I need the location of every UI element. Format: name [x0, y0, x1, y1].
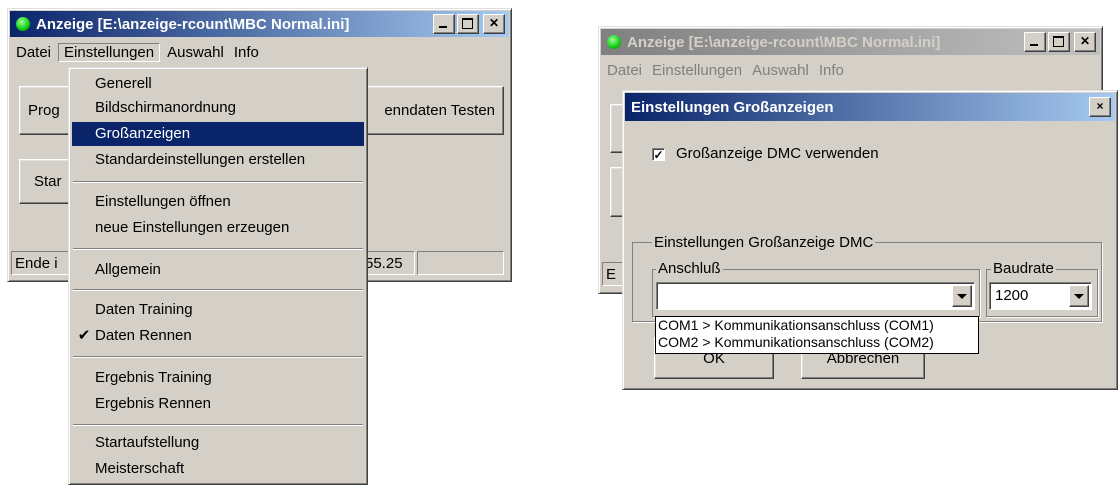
menu-item-label: Ergebnis Rennen [95, 395, 211, 412]
menu-item-daten-training[interactable]: Daten Training [72, 298, 364, 322]
anschluss-option-com1[interactable]: COM1 > Kommunikationsanschluss (COM1) [656, 317, 978, 334]
menu-separator [73, 356, 363, 358]
menu-item-grossanzeigen[interactable]: Großanzeigen [72, 122, 364, 146]
background-window-titlebar[interactable]: Anzeige [E:\anzeige-rcount\MBC Normal.in… [601, 29, 1100, 55]
close-button[interactable]: ✕ [483, 14, 505, 34]
close-icon: ✕ [488, 16, 500, 30]
app-status-icon [16, 17, 30, 31]
anschluss-group-label: Anschluß [656, 260, 723, 278]
menu-item-allgemein[interactable]: Allgemein [72, 258, 364, 282]
maximize-button[interactable] [457, 14, 479, 34]
menu-item-label: Einstellungen öffnen [95, 193, 231, 210]
menu-item-generell[interactable]: Generell [72, 72, 364, 96]
checkmark-icon: ✓ [653, 148, 664, 162]
window-title: Anzeige [E:\anzeige-rcount\MBC Normal.in… [627, 33, 941, 51]
close-button[interactable]: ✕ [1074, 32, 1096, 52]
anschluss-dropdown-arrow-icon[interactable] [952, 285, 972, 307]
baudrate-combobox-value: 1200 [995, 287, 1029, 304]
menu-item-label: Generell [95, 75, 152, 92]
menu-separator [73, 289, 363, 291]
close-icon: ✕ [1079, 34, 1091, 48]
checkmark-icon: ✔ [77, 327, 91, 344]
menu-item-meisterschaft[interactable]: Meisterschaft [72, 457, 364, 481]
menu-item-label: Standardeinstellungen erstellen [95, 151, 306, 168]
minimize-button[interactable] [1024, 32, 1046, 52]
maximize-icon [462, 18, 473, 29]
menu-auswahl[interactable]: Auswahl [747, 62, 814, 79]
menubar: Datei Einstellungen Auswahl Info [602, 58, 849, 82]
menu-item-neue-einstellungen[interactable]: neue Einstellungen erzeugen [72, 216, 364, 240]
menu-item-startaufstellung[interactable]: Startaufstellung [72, 431, 364, 455]
menu-separator [73, 181, 363, 183]
menu-item-einstellungen-oeffnen[interactable]: Einstellungen öffnen [72, 190, 364, 214]
grossanzeige-checkbox-label: Großanzeige DMC verwenden [676, 145, 879, 162]
menu-item-label: Startaufstellung [95, 434, 200, 451]
menu-item-label: neue Einstellungen erzeugen [95, 219, 290, 236]
dialog-close-button[interactable]: × [1089, 97, 1111, 117]
einstellungen-menu: Generell Bildschirmanordnung Großanzeige… [68, 67, 368, 485]
menu-info[interactable]: Info [229, 44, 264, 61]
maximize-icon [1053, 36, 1064, 47]
menu-item-daten-rennen[interactable]: ✔ Daten Rennen [72, 324, 364, 348]
renndaten-testen-button[interactable]: enndaten Testen [348, 86, 504, 135]
status-cell-mid: 55.25 [361, 251, 415, 275]
baudrate-dropdown-arrow-icon[interactable] [1069, 285, 1089, 307]
baudrate-group-label: Baudrate [991, 260, 1056, 278]
menu-item-ergebnis-rennen[interactable]: Ergebnis Rennen [72, 392, 364, 416]
main-window-titlebar[interactable]: Anzeige [E:\anzeige-rcount\MBC Normal.in… [10, 11, 509, 37]
menu-separator [73, 248, 363, 250]
menu-separator [73, 424, 363, 426]
app-status-icon [607, 35, 621, 49]
menu-item-label: Bildschirmanordnung [95, 99, 236, 116]
status-text-mid: 55.25 [365, 254, 403, 272]
renndaten-testen-label: enndaten Testen [384, 102, 495, 119]
minimize-button[interactable] [433, 14, 455, 34]
menu-item-ergebnis-training[interactable]: Ergebnis Training [72, 366, 364, 390]
minimize-icon [1030, 44, 1038, 46]
program-button-label: Prog [28, 102, 60, 119]
dialog-titlebar[interactable]: Einstellungen Großanzeigen × [625, 93, 1115, 121]
start-button-label: Star [34, 173, 62, 190]
maximize-button[interactable] [1048, 32, 1070, 52]
menubar: Datei Einstellungen Auswahl Info [11, 40, 264, 64]
dialog-title: Einstellungen Großanzeigen [631, 98, 834, 116]
dmc-settings-group-label: Einstellungen Großanzeige DMC [652, 234, 876, 252]
status-text-left: Ende i [15, 254, 58, 272]
grossanzeigen-dialog: Einstellungen Großanzeigen × ✓ Großanzei… [622, 90, 1118, 390]
menu-item-bildschirmanordnung[interactable]: Bildschirmanordnung [72, 96, 364, 120]
menu-item-label: Daten Training [95, 301, 193, 318]
menu-item-label: Daten Rennen [95, 327, 192, 344]
baudrate-combobox[interactable]: 1200 [989, 282, 1092, 310]
anschluss-combobox[interactable] [656, 282, 975, 310]
menu-item-label: Allgemein [95, 261, 161, 278]
menu-einstellungen[interactable]: Einstellungen [58, 42, 161, 62]
window-title: Anzeige [E:\anzeige-rcount\MBC Normal.in… [36, 15, 350, 33]
menu-item-standardeinstellungen[interactable]: Standardeinstellungen erstellen [72, 148, 364, 172]
status-cell-right [417, 251, 504, 275]
grossanzeige-checkbox[interactable]: ✓ [652, 148, 665, 161]
menu-item-label: Großanzeigen [95, 125, 191, 142]
menu-info[interactable]: Info [814, 62, 849, 79]
menu-einstellungen[interactable]: Einstellungen [647, 62, 747, 79]
anschluss-dropdown-list: COM1 > Kommunikationsanschluss (COM1) CO… [655, 316, 979, 354]
menu-item-label: Ergebnis Training [95, 369, 212, 386]
anschluss-option-com2[interactable]: COM2 > Kommunikationsanschluss (COM2) [656, 334, 978, 351]
status-text-left: E [606, 265, 617, 283]
close-icon: × [1096, 99, 1104, 113]
minimize-icon [439, 26, 447, 28]
menu-datei[interactable]: Datei [11, 44, 56, 61]
menu-auswahl[interactable]: Auswahl [162, 44, 229, 61]
menu-datei[interactable]: Datei [602, 62, 647, 79]
menu-item-label: Meisterschaft [95, 460, 185, 477]
